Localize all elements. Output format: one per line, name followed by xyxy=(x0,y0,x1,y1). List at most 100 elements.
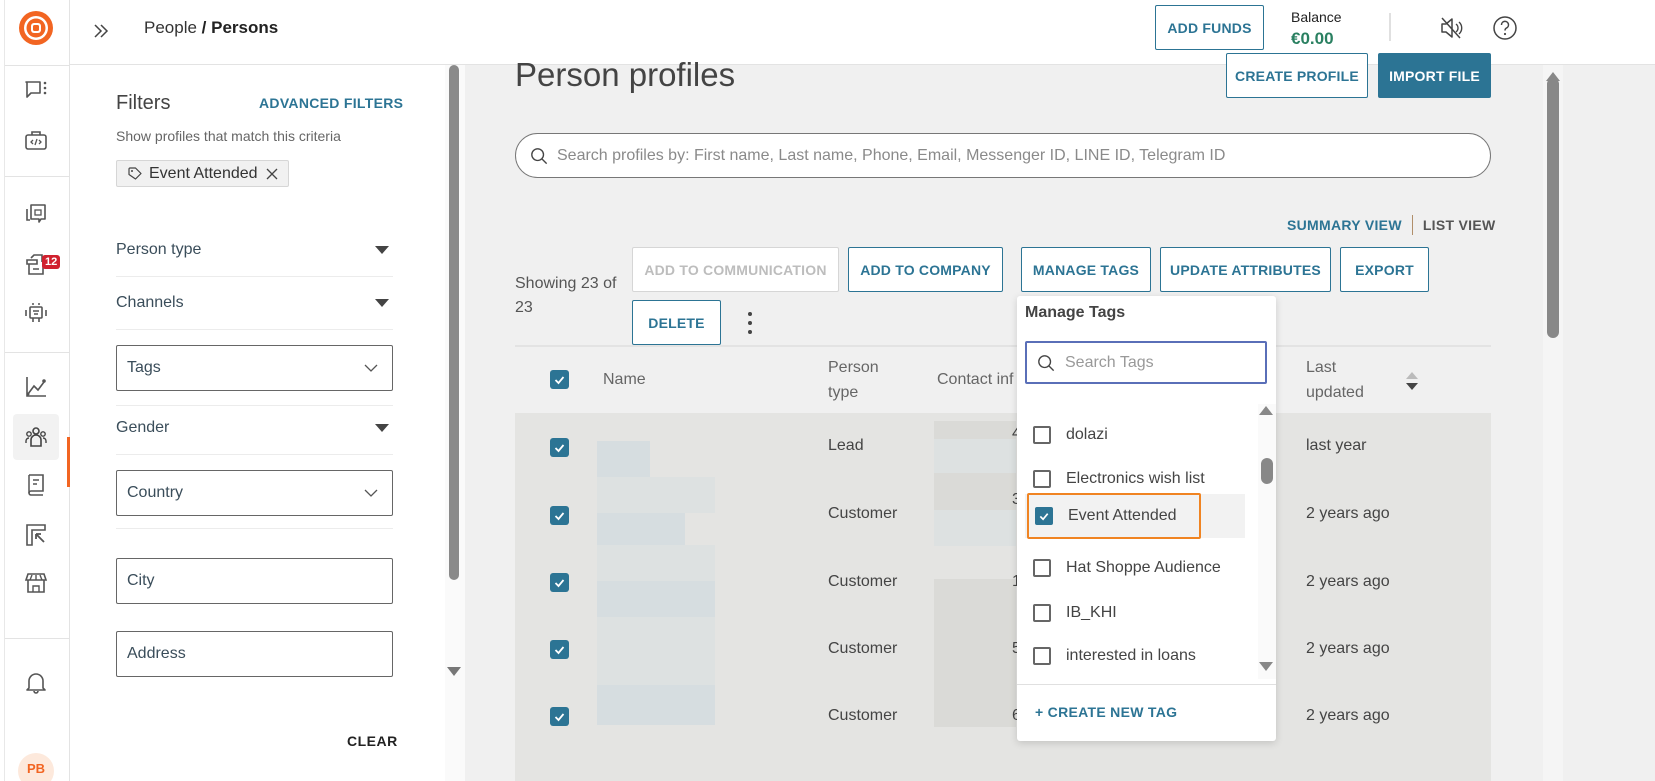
filter-channels[interactable]: Channels xyxy=(116,277,393,330)
scroll-up-arrow-icon[interactable] xyxy=(1259,406,1273,415)
chat-menu-icon xyxy=(25,81,47,98)
tag-checkbox[interactable] xyxy=(1033,470,1051,488)
page-scrollbar-thumb[interactable] xyxy=(1547,78,1559,338)
search-tags-input[interactable]: Search Tags xyxy=(1025,341,1267,384)
tag-list-scrollbar-thumb[interactable] xyxy=(1261,458,1273,484)
list-view-button[interactable]: LIST VIEW xyxy=(1423,217,1496,233)
sort-icon[interactable] xyxy=(1404,370,1420,392)
tag-option[interactable]: IB_KHI xyxy=(1025,591,1245,635)
address-input[interactable]: Address xyxy=(116,631,393,677)
more-actions-icon[interactable] xyxy=(743,309,757,337)
help-button[interactable] xyxy=(1491,14,1519,42)
update-attributes-button[interactable]: UPDATE ATTRIBUTES xyxy=(1160,247,1331,292)
table-row[interactable]: Customer 6 2 years ago xyxy=(515,685,1491,753)
tag-checkbox[interactable] xyxy=(1033,559,1051,577)
row-checkbox[interactable] xyxy=(550,640,569,659)
profile-search-input[interactable]: Search profiles by: First name, Last nam… xyxy=(515,133,1491,178)
search-tags-placeholder: Search Tags xyxy=(1065,353,1154,371)
advanced-filters-link[interactable]: ADVANCED FILTERS xyxy=(259,95,403,111)
tag-option[interactable]: dolazi xyxy=(1025,413,1245,457)
breadcrumb: People / Persons xyxy=(144,18,278,38)
redacted-name xyxy=(597,513,685,549)
redacted-name xyxy=(597,441,650,477)
column-header-person-type[interactable]: Person type xyxy=(828,355,879,405)
table-row[interactable]: Customer 1 2 years ago xyxy=(515,545,1491,617)
people-icon xyxy=(25,427,47,447)
breadcrumb-parent[interactable]: People xyxy=(144,18,197,37)
redacted-name xyxy=(597,685,715,725)
add-to-company-button[interactable]: ADD TO COMPANY xyxy=(848,247,1003,292)
remove-chip-icon[interactable] xyxy=(264,166,280,182)
column-header-contact-info[interactable]: Contact inf xyxy=(937,367,1013,392)
create-new-tag-button[interactable]: + CREATE NEW TAG xyxy=(1035,704,1177,720)
filters-scrollbar[interactable] xyxy=(445,65,465,781)
clear-filters-button[interactable]: CLEAR xyxy=(347,733,398,749)
caret-down-icon xyxy=(375,299,389,307)
tag-option-selected[interactable]: Event Attended xyxy=(1027,493,1201,539)
city-input-placeholder: City xyxy=(127,572,155,589)
rail-item-knowledge[interactable] xyxy=(13,462,59,508)
rail-item-campaigns[interactable] xyxy=(13,512,59,558)
tag-checkbox[interactable] xyxy=(1033,604,1051,622)
rail-item-developer[interactable] xyxy=(13,118,59,164)
create-profile-button[interactable]: CREATE PROFILE xyxy=(1226,53,1368,98)
column-header-name[interactable]: Name xyxy=(603,367,646,392)
expand-sidebar-button[interactable] xyxy=(86,16,116,46)
redacted-contact xyxy=(934,421,1016,439)
view-separator xyxy=(1411,215,1413,235)
rail-item-conversations[interactable] xyxy=(13,68,59,114)
tag-label: interested in loans xyxy=(1066,647,1196,664)
tag-checkbox-checked[interactable] xyxy=(1035,507,1053,525)
scroll-down-arrow-icon[interactable] xyxy=(447,667,461,676)
table-row[interactable]: Customer 5 2 years ago xyxy=(515,617,1491,685)
row-checkbox[interactable] xyxy=(550,438,569,457)
summary-view-button[interactable]: SUMMARY VIEW xyxy=(1287,217,1402,233)
country-select[interactable]: Country xyxy=(116,470,393,516)
filter-gender[interactable]: Gender xyxy=(116,402,393,455)
tag-option[interactable]: Hat Shoppe Audience xyxy=(1025,546,1245,590)
filter-person-type-label: Person type xyxy=(116,241,202,258)
rail-item-bots[interactable] xyxy=(13,290,59,336)
rail-item-templates[interactable] xyxy=(13,192,59,238)
page-scrollbar[interactable] xyxy=(1543,65,1563,781)
filter-person-type[interactable]: Person type xyxy=(116,224,393,277)
delete-button[interactable]: DELETE xyxy=(632,300,721,345)
user-avatar[interactable]: PB xyxy=(18,753,54,781)
filters-scrollbar-thumb[interactable] xyxy=(449,65,459,580)
table-row[interactable]: Lead 4 last year xyxy=(515,413,1491,481)
export-button[interactable]: EXPORT xyxy=(1340,247,1429,292)
tag-checkbox[interactable] xyxy=(1033,426,1051,444)
import-file-button[interactable]: IMPORT FILE xyxy=(1378,53,1491,98)
rail-item-notifications[interactable] xyxy=(13,660,59,706)
rail-item-people[interactable] xyxy=(13,414,59,460)
mute-button[interactable] xyxy=(1438,14,1466,42)
row-checkbox[interactable] xyxy=(550,573,569,592)
add-to-communication-button[interactable]: ADD TO COMMUNICATION xyxy=(632,247,839,292)
column-header-last-updated[interactable]: Last updated xyxy=(1306,355,1364,405)
person-type-cell: Customer xyxy=(828,505,898,522)
results-count: Showing 23 of 23 xyxy=(515,275,617,316)
rail-item-store[interactable] xyxy=(13,560,59,606)
manage-tags-button[interactable]: MANAGE TAGS xyxy=(1021,247,1151,292)
select-all-checkbox[interactable] xyxy=(550,370,569,389)
tags-select[interactable]: Tags xyxy=(116,345,393,391)
add-funds-button[interactable]: ADD FUNDS xyxy=(1155,5,1264,50)
balance-value: €0.00 xyxy=(1291,29,1334,48)
last-updated-cell: 2 years ago xyxy=(1306,573,1390,590)
brand-logo-icon[interactable] xyxy=(18,10,54,46)
rail-item-analytics[interactable] xyxy=(13,364,59,410)
row-checkbox[interactable] xyxy=(550,707,569,726)
filters-panel: Filters ADVANCED FILTERS Show profiles t… xyxy=(70,65,465,781)
table-row[interactable]: Customer 3 2 years ago xyxy=(515,473,1491,549)
check-icon xyxy=(554,579,565,588)
tag-label: dolazi xyxy=(1066,426,1108,443)
code-briefcase-icon xyxy=(25,131,47,150)
city-input[interactable]: City xyxy=(116,558,393,604)
row-checkbox[interactable] xyxy=(550,506,569,525)
person-type-cell: Lead xyxy=(828,437,864,454)
scroll-down-arrow-icon[interactable] xyxy=(1259,662,1273,671)
search-icon xyxy=(1038,354,1055,371)
tag-option[interactable]: interested in loans xyxy=(1025,634,1245,678)
tag-list-scrollbar[interactable] xyxy=(1258,404,1276,679)
tag-checkbox[interactable] xyxy=(1033,647,1051,665)
